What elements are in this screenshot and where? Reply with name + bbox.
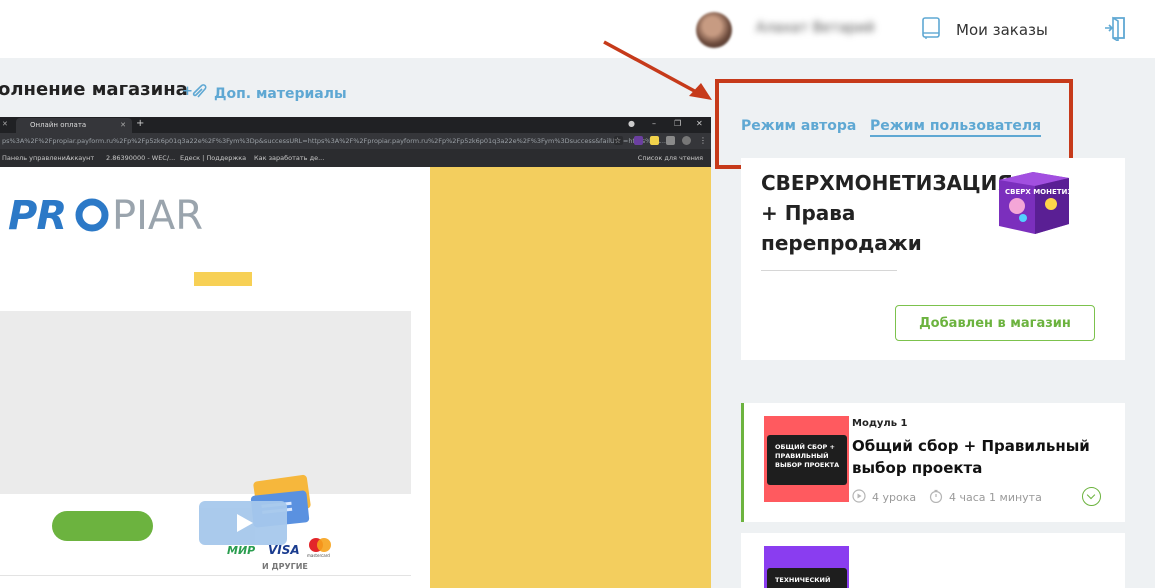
username[interactable]: Алахат Ветарий xyxy=(756,20,875,36)
more-icon: ⋮ xyxy=(699,136,707,145)
restore-icon: ❐ xyxy=(674,119,682,128)
module-thumbnail: ТЕХНИЧЕСКИЙ xyxy=(764,546,849,588)
play-icon[interactable] xyxy=(199,501,287,545)
tab-close-icon: ✕ xyxy=(120,121,126,129)
divider xyxy=(761,270,897,271)
reading-list: Список для чтения xyxy=(637,154,703,162)
pay-button xyxy=(52,511,153,541)
paperclip-icon: + xyxy=(182,83,210,105)
user-mode-link[interactable]: Режим пользователя xyxy=(870,118,1042,137)
visa-logo: VISA xyxy=(268,543,300,557)
bookmark-item: 2.86390000 - WEC/... xyxy=(106,154,176,162)
new-tab-icon: + xyxy=(136,118,145,129)
module-duration-value: 4 часа 1 минута xyxy=(949,491,1042,504)
annotation-arrow-icon xyxy=(603,40,712,100)
module-label: Модуль 1 xyxy=(852,418,908,429)
payment-methods-box: МИР VISA mastercard И ДРУГИЕ xyxy=(0,311,411,571)
my-orders-link[interactable]: Мои заказы xyxy=(920,16,1048,44)
minimize-icon: – xyxy=(652,119,656,128)
logout-icon xyxy=(1103,16,1127,45)
browser-tab-title: Онлайн оплата xyxy=(30,121,87,129)
stopwatch-icon xyxy=(929,489,943,506)
svg-text:PIAR: PIAR xyxy=(112,193,203,237)
svg-text:+: + xyxy=(182,84,193,99)
extra-materials-link[interactable]: + Доп. материалы xyxy=(182,83,347,105)
bookmark-item: Панель управлени... xyxy=(2,154,73,162)
yellow-column xyxy=(430,167,711,588)
page-title: олнение магазина xyxy=(0,79,188,100)
module-title: Общий сбор + Правильный выбор проекта xyxy=(852,437,1090,477)
module-card[interactable]: ТЕХНИЧЕСКИЙ xyxy=(741,533,1125,588)
video-player[interactable]: ✕ Онлайн оплата ✕ + ● – ❐ ✕ ps%3A%2F%2Fp… xyxy=(0,117,711,588)
bookmark-item: Аккаунт xyxy=(66,154,95,162)
module-thumbnail: ОБЩИЙ СБОР + ПРАВИЛЬНЫЙ ВЫБОР ПРОЕКТА xyxy=(764,416,849,502)
added-to-store-button[interactable]: Добавлен в магазин xyxy=(895,305,1095,341)
bookmark-item: Едеск | Поддержка xyxy=(180,154,247,162)
module-lessons-count: 4 урока xyxy=(872,491,917,504)
product-card: СВЕРХМОНЕТИЗАЦИЯ + Права перепродажи СВЕ… xyxy=(741,158,1125,360)
module-thumbnail-text: ТЕХНИЧЕСКИЙ xyxy=(767,568,847,588)
author-mode-link[interactable]: Режим автора xyxy=(741,118,856,134)
product-title: СВЕРХМОНЕТИЗАЦИЯ + Права перепродажи xyxy=(761,171,1013,255)
payment-others: И ДРУГИЕ xyxy=(262,562,308,571)
module-lessons: 4 урока xyxy=(852,489,916,506)
browser-url: ps%3A%2F%2Fpropiar.payform.ru%2Fp%2Fp5zk… xyxy=(2,137,666,145)
mastercard-logo: mastercard xyxy=(307,538,339,558)
browser-tabbar: ✕ Онлайн оплата ✕ + ● – ❐ ✕ xyxy=(0,117,711,133)
mir-logo: МИР xyxy=(227,544,256,557)
logout-button[interactable] xyxy=(1103,15,1127,45)
puzzle-icon xyxy=(666,136,675,145)
product-box-image: СВЕРХ МОНЕТИЗАЦИЯ xyxy=(993,166,1096,236)
star-icon: ☆ xyxy=(614,136,623,145)
yellow-bar xyxy=(194,272,252,286)
browser-menu-icon: ● xyxy=(628,119,635,128)
extra-materials-label: Доп. материалы xyxy=(214,86,347,102)
svg-text:PR: PR xyxy=(8,193,66,237)
window-close-icon: ✕ xyxy=(696,119,703,128)
module-thumbnail-text: ОБЩИЙ СБОР + ПРАВИЛЬНЫЙ ВЫБОР ПРОЕКТА xyxy=(767,435,847,485)
module-duration: 4 часа 1 минута xyxy=(929,489,1042,506)
top-header: Алахат Ветарий Мои заказы xyxy=(0,0,1155,58)
divider xyxy=(0,575,411,576)
book-icon xyxy=(920,16,942,44)
browser-urlbar: ps%3A%2F%2Fpropiar.payform.ru%2Fp%2Fp5zk… xyxy=(0,133,711,149)
bookmark-item: Как заработать де... xyxy=(254,154,325,162)
tab-close-icon: ✕ xyxy=(2,120,8,128)
module-card[interactable]: ОБЩИЙ СБОР + ПРАВИЛЬНЫЙ ВЫБОР ПРОЕКТА Мо… xyxy=(741,403,1125,522)
mastercard-text: mastercard xyxy=(307,553,330,558)
expand-module-button[interactable] xyxy=(1082,487,1101,506)
extension-icon xyxy=(650,136,659,145)
product-box-text: СВЕРХ МОНЕТИЗАЦИЯ xyxy=(1005,188,1071,196)
checkout-page: PR PIAR МИР VISA mastercard И ДРУГИЕ xyxy=(0,167,711,588)
propiar-logo: PR PIAR xyxy=(8,191,208,241)
my-orders-label: Мои заказы xyxy=(956,21,1048,39)
browser-bookmarks-bar: Панель управлени... Аккаунт 2.86390000 -… xyxy=(0,149,711,167)
profile-icon xyxy=(682,136,691,145)
browser-tab: Онлайн оплата ✕ xyxy=(16,118,132,133)
play-circle-icon xyxy=(852,489,866,506)
extension-icon xyxy=(634,136,643,145)
